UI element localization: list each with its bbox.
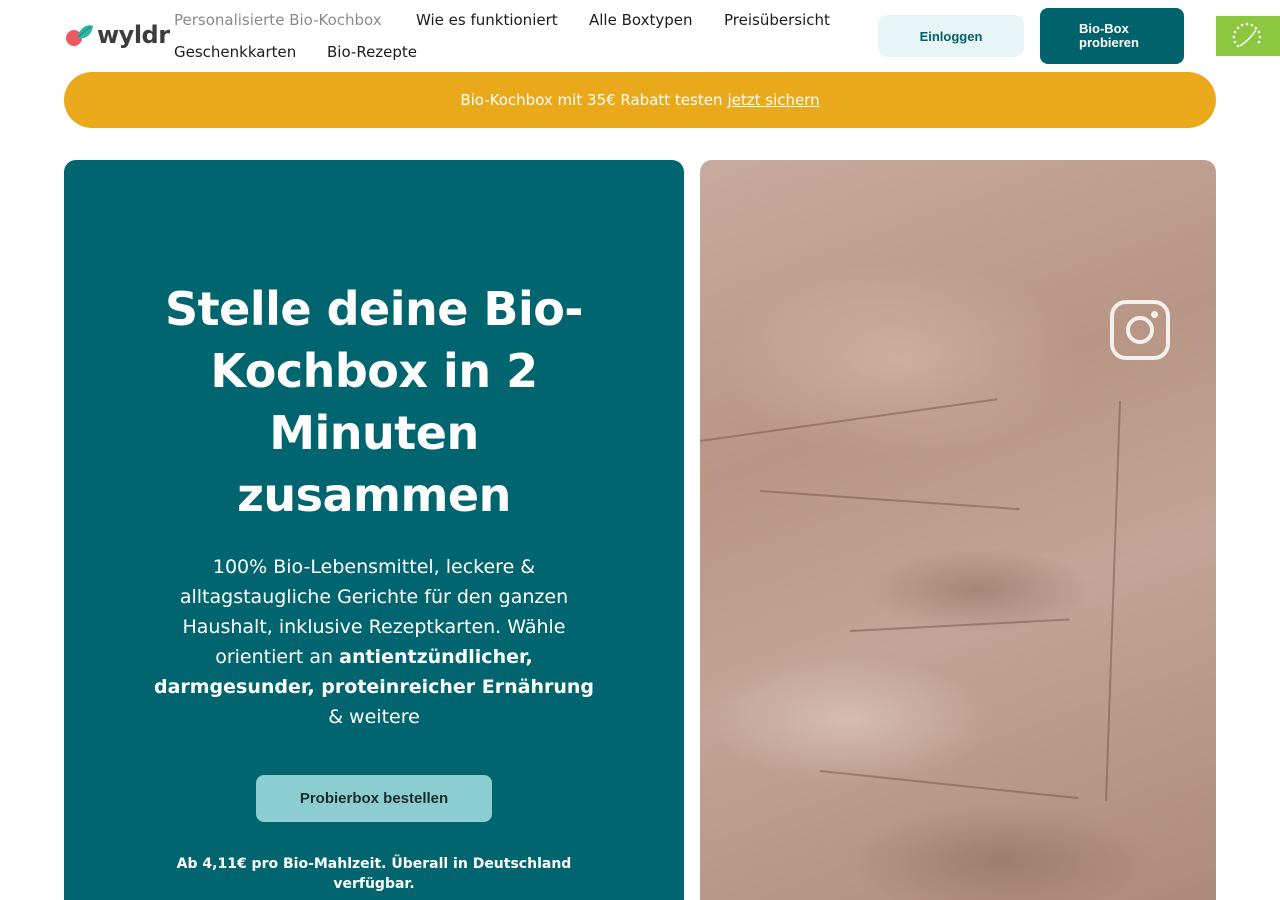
nav-item-bio-rezepte[interactable]: Bio-Rezepte	[327, 43, 417, 61]
brand-name: wyldr	[97, 21, 170, 49]
hero-description: 100% Bio-Lebensmittel, leckere & alltags…	[144, 552, 604, 732]
hero-video[interactable]	[700, 160, 1216, 900]
apple-leaf-icon	[66, 25, 93, 46]
promo-link[interactable]: jetzt sichern	[727, 91, 819, 109]
eu-organic-logo	[1216, 16, 1280, 56]
login-button[interactable]: Einloggen	[878, 15, 1024, 57]
instagram-dot	[1151, 311, 1158, 318]
site-header: wyldr Personalisierte Bio-Kochbox Wie es…	[0, 0, 1280, 72]
nav-item-geschenkkarten[interactable]: Geschenkkarten	[174, 43, 296, 61]
hero-description-part2: & weitere	[328, 706, 420, 728]
promo-banner: Bio-Kochbox mit 35€ Rabatt testen jetzt …	[64, 72, 1216, 128]
eu-organic-leaf-icon	[1232, 22, 1262, 48]
hero-title: Stelle deine Bio-Kochbox in 2 Minuten zu…	[165, 282, 583, 522]
try-bio-box-label: Bio-Box probieren	[1079, 21, 1139, 50]
order-trial-box-button[interactable]: Probierbox bestellen	[256, 775, 492, 822]
paper-crease	[849, 618, 1070, 632]
hero-footnote: Ab 4,11€ pro Bio-Mahlzeit. Überall in De…	[176, 856, 572, 892]
nav-item-personalisierte-bio-kochbox[interactable]: Personalisierte Bio-Kochbox	[174, 11, 382, 29]
paper-crease	[700, 398, 998, 442]
try-bio-box-button[interactable]: Bio-Box probieren	[1040, 8, 1184, 64]
instagram-lens	[1126, 316, 1154, 344]
nav-item-alle-boxtypen[interactable]: Alle Boxtypen	[589, 11, 693, 29]
nav-item-preisuebersicht[interactable]: Preisübersicht	[724, 11, 830, 29]
hero-panel: Stelle deine Bio-Kochbox in 2 Minuten zu…	[64, 160, 684, 900]
nav-item-wie-es-funktioniert[interactable]: Wie es funktioniert	[416, 11, 558, 29]
paper-crease	[1105, 400, 1121, 801]
instagram-icon[interactable]	[1110, 300, 1170, 360]
promo-text: Bio-Kochbox mit 35€ Rabatt testen	[460, 91, 723, 109]
paper-crease	[819, 770, 1079, 800]
brand-logo[interactable]: wyldr	[64, 20, 170, 50]
paper-crease	[759, 490, 1020, 511]
